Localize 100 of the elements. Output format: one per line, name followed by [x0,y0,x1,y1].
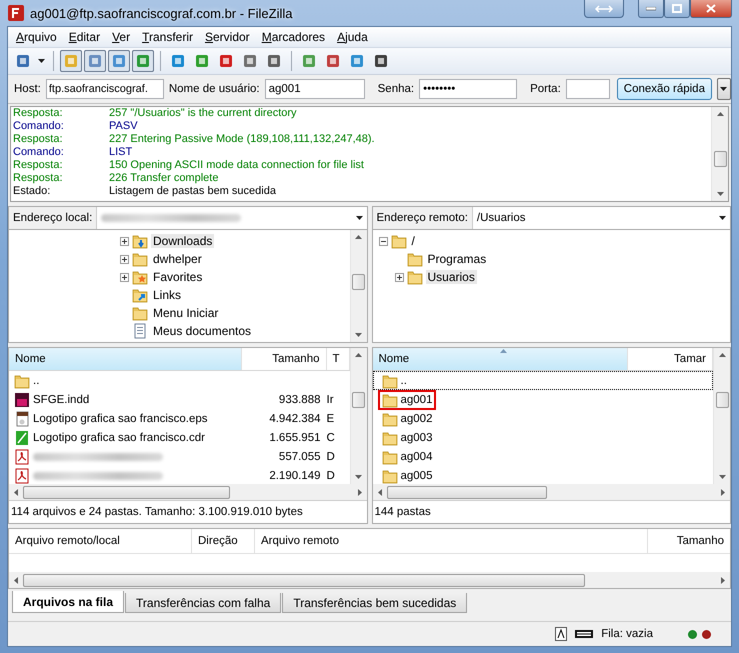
file-size: 557.055 [278,450,320,462]
dropdown-button[interactable] [716,78,731,100]
file-size: 933.888 [278,394,320,406]
tree-item[interactable]: Links [151,288,184,302]
column-header[interactable]: Direção [192,529,255,553]
maximize-button[interactable] [664,0,690,18]
username-field[interactable]: ag001 [264,79,365,99]
column-header[interactable]: Tamanho [648,529,730,553]
indesign-file-icon [14,392,30,408]
menu-item[interactable]: Servidor [198,30,256,44]
column-header[interactable]: Nome [372,348,628,370]
tree-item[interactable]: Meus documentos [151,324,254,338]
scroll-down-icon[interactable] [355,333,362,337]
scroll-down-icon[interactable] [718,475,726,479]
file-name[interactable]: .. [33,374,40,386]
pdf-file-icon [14,468,30,484]
scroll-left-icon[interactable] [14,488,18,496]
expand-icon[interactable] [120,254,129,264]
menu-item[interactable]: Ver [106,30,136,44]
tab[interactable]: Arquivos na fila [12,591,124,613]
file-size: 2.190.149 [269,470,320,482]
scroll-left-icon[interactable] [14,576,18,584]
scroll-up-icon[interactable] [718,353,726,357]
menu-item[interactable]: Editar [62,30,106,44]
log-label: Resposta: [13,159,64,172]
column-header[interactable]: Arquivo remoto/local [9,529,192,553]
scrollbar[interactable] [9,484,366,500]
column-header[interactable]: Arquivo remoto [255,529,648,553]
port-field[interactable] [566,79,610,99]
scroll-left-icon[interactable] [378,488,382,496]
scroll-down-icon[interactable] [355,475,362,479]
tree-item[interactable]: Usuarios [426,270,477,284]
tree-item[interactable]: dwhelper [151,252,204,266]
scroll-thumb[interactable] [352,392,365,408]
column-header[interactable]: Nome [9,348,242,370]
log-message: 257 "/Usuarios" is the current directory [109,107,297,120]
scroll-right-icon[interactable] [721,576,725,584]
file-type: D [326,450,335,462]
resize-button[interactable] [584,0,624,18]
file-type: C [326,432,335,444]
folder-icon [382,410,398,426]
tree-item[interactable]: Downloads [151,234,214,248]
expand-icon[interactable] [394,272,404,282]
scrollbar[interactable] [350,348,366,484]
scroll-up-icon[interactable] [716,112,724,116]
expand-icon[interactable] [120,236,129,246]
scroll-up-icon[interactable] [355,353,362,357]
tree-item[interactable]: Programas [426,252,488,266]
folder-name[interactable]: ag005 [400,470,432,482]
tab[interactable]: Transferências bem sucedidas [282,593,468,613]
file-name[interactable]: SFGE.indd [33,394,90,406]
scroll-thumb[interactable] [386,486,548,498]
scroll-thumb[interactable] [716,392,728,408]
folder-icon [14,372,30,388]
minimize-button[interactable] [638,0,664,18]
column-header[interactable]: Tamanho [242,348,326,370]
tree-item[interactable]: Menu Iniciar [151,306,220,320]
folder-name[interactable]: ag003 [400,432,432,444]
folder-name[interactable]: ag004 [400,450,432,462]
scrollbar[interactable] [713,348,730,484]
folder-name[interactable]: ag002 [400,412,432,424]
folder-name[interactable]: .. [400,374,407,386]
menu-item[interactable]: Transferir [136,30,199,44]
close-button[interactable] [690,0,732,18]
log-message: 226 Transfer complete [109,172,218,185]
folder-icon [382,468,398,484]
scroll-thumb[interactable] [714,151,726,167]
menu-item[interactable]: Marcadores [256,30,332,44]
sort-arrow-icon [500,349,507,353]
file-name[interactable]: Logotipo grafica sao francisco.eps [33,412,208,424]
collapse-icon[interactable] [378,236,388,246]
password-field[interactable]: •••••••• [419,79,518,99]
tree-item[interactable]: / [410,234,417,248]
file-name[interactable]: Logotipo grafica sao francisco.cdr [33,432,205,444]
menu-item[interactable]: Ajuda [331,30,374,44]
scroll-thumb[interactable] [352,274,365,290]
scrollbar[interactable] [372,484,730,500]
scrollbar[interactable] [711,107,728,201]
menu-item[interactable]: Arquivo [10,30,63,44]
folder-icon [406,251,422,267]
expand-icon[interactable] [120,272,129,282]
status-light-icon [702,630,711,638]
port-label: Porta: [530,83,561,95]
scrollbar[interactable] [350,230,366,342]
scroll-right-icon[interactable] [358,488,362,496]
filezilla-logo-icon [8,5,24,21]
scroll-right-icon[interactable] [721,488,725,496]
scroll-up-icon[interactable] [355,235,362,239]
log-message: LIST [109,146,132,159]
host-field[interactable]: ftp.saofranciscograf. [46,79,164,99]
scrollbar[interactable] [9,572,730,588]
quickconnect-button[interactable]: Conexão rápida [616,78,712,100]
folder-icon [382,430,398,446]
folder-icon [132,305,148,321]
tab[interactable]: Transferências com falha [125,593,282,613]
scroll-thumb[interactable] [23,574,586,586]
scroll-down-icon[interactable] [716,192,724,196]
text-mode-icon [555,627,568,641]
tree-item[interactable]: Favorites [151,270,204,284]
scroll-thumb[interactable] [23,486,230,498]
